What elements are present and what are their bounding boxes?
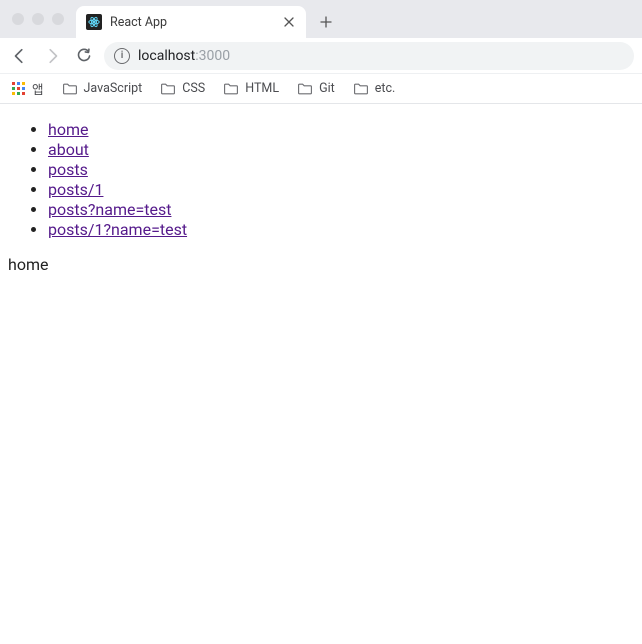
browser-tab-strip: React App <box>0 0 642 38</box>
folder-icon <box>160 81 176 97</box>
site-info-icon[interactable]: i <box>114 48 130 64</box>
address-bar[interactable]: i localhost:3000 <box>104 42 634 70</box>
back-button[interactable] <box>8 44 32 68</box>
maximize-window-icon[interactable] <box>52 13 64 25</box>
list-item: posts?name=test <box>48 200 634 219</box>
bookmark-folder[interactable]: JavaScript <box>62 81 143 97</box>
react-favicon <box>86 14 102 30</box>
apps-shortcut[interactable]: 앱 <box>12 79 44 98</box>
new-tab-button[interactable] <box>312 8 340 36</box>
list-item: posts <box>48 160 634 179</box>
forward-button[interactable] <box>40 44 64 68</box>
nav-link[interactable]: about <box>48 140 89 159</box>
bookmark-folder[interactable]: Git <box>297 81 335 97</box>
close-window-icon[interactable] <box>12 13 24 25</box>
nav-link[interactable]: posts/1?name=test <box>48 220 187 239</box>
list-item: about <box>48 140 634 159</box>
address-host: localhost:3000 <box>138 48 230 64</box>
bookmark-label: JavaScript <box>84 81 143 96</box>
folder-icon <box>62 81 78 97</box>
tab-title: React App <box>110 15 274 30</box>
folder-icon <box>297 81 313 97</box>
reload-button[interactable] <box>72 44 96 68</box>
nav-link[interactable]: posts?name=test <box>48 200 171 219</box>
bookmark-folder[interactable]: HTML <box>223 81 279 97</box>
apps-label: 앱 <box>32 79 44 98</box>
minimize-window-icon[interactable] <box>32 13 44 25</box>
tab-react-app[interactable]: React App <box>76 6 306 38</box>
list-item: posts/1?name=test <box>48 220 634 239</box>
list-item: home <box>48 120 634 139</box>
page-content: homeaboutpostsposts/1posts?name=testpost… <box>0 104 642 282</box>
folder-icon <box>223 81 239 97</box>
list-item: posts/1 <box>48 180 634 199</box>
bookmark-label: CSS <box>182 81 205 96</box>
nav-link[interactable]: home <box>48 120 88 139</box>
apps-grid-icon <box>12 82 26 96</box>
window-controls <box>0 0 76 38</box>
bookmark-label: HTML <box>245 81 279 96</box>
bookmarks-bar: 앱 JavaScript CSS HTML Git etc. <box>0 74 642 104</box>
folder-icon <box>353 81 369 97</box>
nav-link[interactable]: posts <box>48 160 88 179</box>
bookmark-label: Git <box>319 81 335 96</box>
current-route-text: home <box>8 255 634 274</box>
bookmark-folder[interactable]: CSS <box>160 81 205 97</box>
nav-link-list: homeaboutpostsposts/1posts?name=testpost… <box>8 120 634 239</box>
bookmark-folder[interactable]: etc. <box>353 81 396 97</box>
browser-toolbar: i localhost:3000 <box>0 38 642 74</box>
bookmark-label: etc. <box>375 81 396 96</box>
tab-strip: React App <box>76 0 642 38</box>
close-tab-icon[interactable] <box>282 15 296 29</box>
nav-link[interactable]: posts/1 <box>48 180 103 199</box>
